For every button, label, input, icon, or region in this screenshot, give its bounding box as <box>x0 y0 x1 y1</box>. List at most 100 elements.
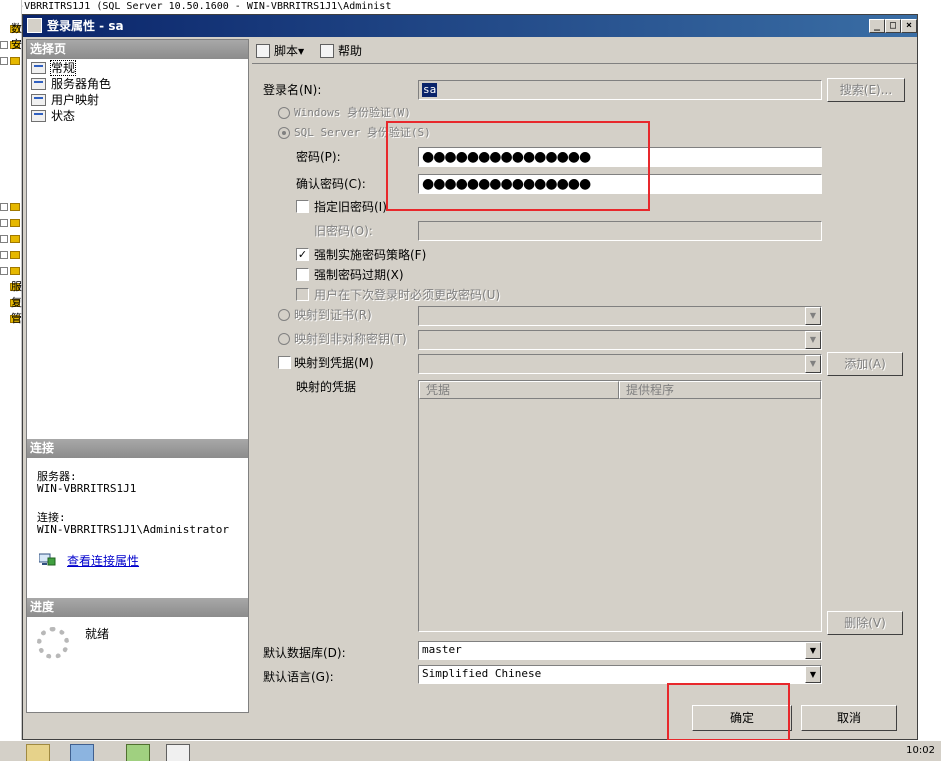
must-change-checkbox[interactable] <box>296 288 309 301</box>
toolbar: 脚本 ▼ 帮助 <box>252 39 917 63</box>
map-credential-checkbox[interactable] <box>278 356 291 369</box>
script-button[interactable]: 脚本 ▼ <box>256 43 304 59</box>
add-credential-button[interactable]: 添加(A) <box>827 352 903 376</box>
general-page-form: 登录名(N): sa 搜索(E)... Windows 身份验证(W) SQL … <box>252 63 917 700</box>
login-name-input[interactable]: sa <box>418 80 822 100</box>
password-value: ●●●●●●●●●●●●●●● <box>422 149 591 165</box>
old-password-input[interactable] <box>418 221 822 241</box>
default-language-label: 默认语言(G): <box>263 670 334 684</box>
folder-icon <box>10 267 20 275</box>
folder-icon <box>10 235 20 243</box>
windows-auth-radio[interactable] <box>278 107 290 119</box>
confirm-password-value: ●●●●●●●●●●●●●●● <box>422 176 591 192</box>
tree-row[interactable] <box>0 200 22 214</box>
default-database-select[interactable]: master ▼ <box>418 641 822 660</box>
tree-row[interactable]: 安 <box>0 38 22 52</box>
tree-row[interactable]: 复 <box>0 296 22 310</box>
chevron-down-icon[interactable]: ▼ <box>805 642 821 659</box>
tree-row[interactable]: 管 <box>0 312 22 326</box>
cancel-button[interactable]: 取消 <box>801 705 897 731</box>
expand-icon[interactable] <box>0 235 8 243</box>
background-window-title: WIN-VBRRITRS1J1 (SQL Server 10.50.1600 -… <box>0 0 941 14</box>
login-name-value: sa <box>422 83 438 97</box>
windows-auth-label: Windows 身份验证(W) <box>294 106 411 119</box>
map-certificate-label: 映射到证书(R) <box>294 308 372 322</box>
certificate-select[interactable]: ▼ <box>418 306 822 326</box>
tree-row[interactable]: 服 <box>0 280 22 294</box>
taskbar: 10:02 <box>0 740 941 761</box>
minimize-button[interactable]: _ <box>869 19 885 33</box>
page-label: 常规 <box>49 60 77 76</box>
page-label: 服务器角色 <box>51 77 112 91</box>
folder-icon <box>10 203 20 211</box>
ok-button[interactable]: 确定 <box>692 705 792 731</box>
map-asymmetric-key-radio[interactable] <box>278 333 290 345</box>
expand-icon[interactable] <box>0 41 8 49</box>
progress-spinner-icon <box>37 627 69 659</box>
chevron-down-icon[interactable]: ▼ <box>805 331 821 349</box>
tree-row[interactable] <box>0 54 22 68</box>
tree-row[interactable] <box>0 248 22 262</box>
login-properties-dialog: 登录属性 - sa _ □ × 选择页 常规 服务器角色 用户映射 状态 连接 … <box>22 14 918 740</box>
mapped-credentials-grid[interactable]: 凭据 提供程序 <box>418 380 822 632</box>
title-bar[interactable]: 登录属性 - sa _ □ × <box>23 15 917 37</box>
default-language-value: Simplified Chinese <box>422 667 542 680</box>
expand-icon[interactable] <box>0 251 8 259</box>
confirm-password-input[interactable]: ●●●●●●●●●●●●●●● <box>418 174 822 194</box>
page-server-roles[interactable]: 服务器角色 <box>31 76 111 92</box>
page-icon <box>31 62 46 74</box>
close-button[interactable]: × <box>901 19 917 33</box>
tree-label: 管 <box>11 312 22 325</box>
progress-status: 就绪 <box>85 627 110 641</box>
specify-old-password-checkbox[interactable] <box>296 200 309 213</box>
enforce-expiration-label: 强制密码过期(X) <box>314 268 404 282</box>
view-connection-properties-link[interactable]: 查看连接属性 <box>67 552 139 569</box>
grid-header-credential[interactable]: 凭据 <box>419 381 619 399</box>
window-icon <box>27 18 42 33</box>
search-button[interactable]: 搜索(E)... <box>827 78 905 102</box>
default-language-select[interactable]: Simplified Chinese ▼ <box>418 665 822 684</box>
script-label: 脚本 <box>274 44 299 58</box>
page-label: 用户映射 <box>51 93 100 107</box>
script-icon <box>256 44 270 58</box>
chevron-down-icon[interactable]: ▼ <box>805 355 821 373</box>
expand-icon[interactable] <box>0 203 8 211</box>
chevron-down-icon[interactable]: ▼ <box>805 666 821 683</box>
password-input[interactable]: ●●●●●●●●●●●●●●● <box>418 147 822 167</box>
tree-row[interactable] <box>0 232 22 246</box>
must-change-label: 用户在下次登录时必须更改密码(U) <box>314 288 501 302</box>
map-certificate-radio[interactable] <box>278 309 290 321</box>
page-icon <box>31 110 46 122</box>
default-database-value: master <box>422 643 462 656</box>
background-window-edge <box>918 14 941 740</box>
page-general[interactable]: 常规 <box>31 60 77 76</box>
sql-auth-radio[interactable] <box>278 127 290 139</box>
tree-label: 数 <box>11 22 22 35</box>
taskbar-ssms-icon[interactable] <box>166 744 190 761</box>
progress-header: 进度 <box>27 598 248 617</box>
default-database-label: 默认数据库(D): <box>263 646 346 660</box>
tree-row[interactable]: 数 <box>0 22 22 36</box>
expand-icon[interactable] <box>0 219 8 227</box>
expand-icon[interactable] <box>0 267 8 275</box>
enforce-policy-checkbox[interactable]: ✓ <box>296 248 309 261</box>
enforce-expiration-checkbox[interactable] <box>296 268 309 281</box>
taskbar-browser-icon[interactable] <box>126 744 150 761</box>
maximize-button[interactable]: □ <box>885 19 901 33</box>
asymmetric-key-select[interactable]: ▼ <box>418 330 822 350</box>
help-button[interactable]: 帮助 <box>320 43 362 59</box>
enforce-policy-label: 强制实施密码策略(F) <box>314 248 427 262</box>
page-user-mapping[interactable]: 用户映射 <box>31 92 99 108</box>
credential-select[interactable]: ▼ <box>418 354 822 374</box>
taskbar-folder-icon[interactable] <box>26 744 50 761</box>
password-label: 密码(P): <box>296 150 341 164</box>
tree-row[interactable] <box>0 216 22 230</box>
grid-header-provider[interactable]: 提供程序 <box>619 381 821 399</box>
remove-credential-button[interactable]: 删除(V) <box>827 611 903 635</box>
expand-icon[interactable] <box>0 57 8 65</box>
page-status[interactable]: 状态 <box>31 108 75 124</box>
tree-row[interactable] <box>0 264 22 278</box>
taskbar-app-icon[interactable] <box>70 744 94 761</box>
login-name-label: 登录名(N): <box>263 83 322 97</box>
chevron-down-icon[interactable]: ▼ <box>805 307 821 325</box>
